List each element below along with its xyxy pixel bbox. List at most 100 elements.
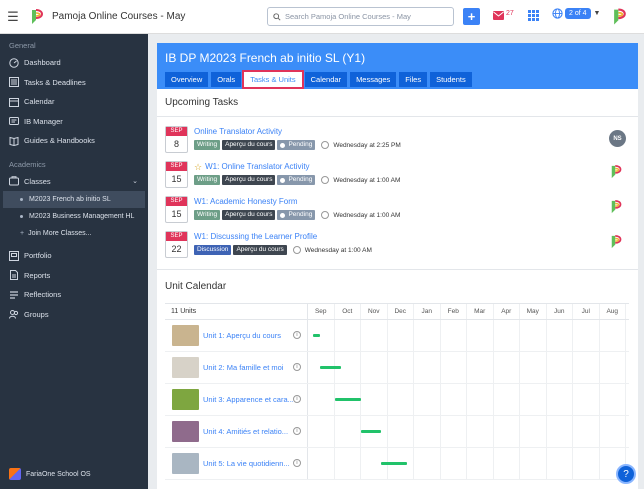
sidebar-class-business[interactable]: M2023 Business Management HL — [0, 208, 148, 225]
school-logo-icon[interactable] — [30, 8, 46, 26]
school-logo-icon[interactable] — [610, 234, 624, 250]
unit-thumbnail[interactable] — [172, 453, 199, 474]
top-bar: ☰ Pamoja Online Courses - May + 27 2 of … — [0, 0, 644, 34]
task-month: SEP — [166, 197, 187, 206]
role-switcher[interactable]: 2 of 4 ▼ — [552, 8, 600, 19]
unit-row[interactable]: Unit 5: La vie quotidienn... i — [165, 448, 629, 480]
unit-name-link[interactable]: Unit 2: Ma famille et moi — [203, 363, 293, 372]
month-cell — [467, 416, 494, 447]
unit-row[interactable]: Unit 4: Amitiés et relatio... i — [165, 416, 629, 448]
unit-duration-bar[interactable] — [319, 366, 342, 369]
sidebar-item-tasks[interactable]: Tasks & Deadlines — [0, 73, 148, 93]
book-icon — [9, 136, 19, 146]
sidebar-item-label: IB Manager — [24, 116, 63, 126]
sidebar-item-classes[interactable]: Classes ⌄ — [0, 172, 148, 192]
unit-cell: Unit 3: Apparence et cara... i — [165, 384, 308, 415]
clock-icon — [321, 211, 330, 219]
plus-icon: + — [467, 9, 476, 24]
task-day: 15 — [171, 174, 182, 184]
unit-name-link[interactable]: Unit 3: Apparence et cara... — [203, 395, 293, 404]
info-icon[interactable]: i — [293, 331, 301, 339]
tab-files[interactable]: Files — [399, 72, 428, 87]
month-label: Apr — [494, 304, 520, 319]
search-box[interactable] — [267, 7, 454, 26]
apps-grid-icon[interactable] — [528, 10, 539, 21]
sidebar-join-classes[interactable]: + Join More Classes... — [0, 225, 148, 242]
mail-count-badge: 27 — [506, 10, 514, 17]
month-cell — [441, 352, 467, 383]
user-avatar[interactable] — [612, 7, 629, 27]
month-cell — [573, 384, 600, 415]
sidebar-item-calendar[interactable]: Calendar — [0, 92, 148, 112]
unit-row[interactable]: Unit 1: Aperçu du cours i — [165, 320, 629, 352]
unit-thumbnail[interactable] — [172, 357, 199, 378]
task-row[interactable]: SEP 15 ☆ W1: Online Translator Activity W… — [157, 161, 638, 196]
status-dot-icon — [280, 142, 286, 148]
tab-overview[interactable]: Overview — [165, 72, 209, 87]
sidebar-item-guides[interactable]: Guides & Handbooks — [0, 131, 148, 151]
task-title-link[interactable]: W1: Academic Honesty Form — [194, 196, 400, 208]
task-unit-badge: Aperçu du cours — [222, 140, 276, 150]
help-button[interactable]: ? — [616, 464, 636, 484]
sidebar-item-ib-manager[interactable]: IB Manager — [0, 112, 148, 132]
unit-rows: Unit 1: Aperçu du cours i Unit 2: Ma famil… — [165, 320, 629, 480]
messages-button[interactable]: 27 — [493, 10, 514, 20]
unit-thumbnail[interactable] — [172, 325, 199, 346]
unit-duration-bar[interactable] — [313, 334, 320, 337]
search-icon — [273, 12, 281, 21]
task-row[interactable]: SEP 15 W1: Academic Honesty Form Writing… — [157, 196, 638, 231]
sidebar-class-label: M2023 Business Management HL — [29, 213, 135, 220]
task-row[interactable]: SEP 22 W1: Discussing the Learner Profil… — [157, 231, 638, 266]
month-cell — [361, 352, 388, 383]
task-due: Wednesday at 2:25 PM — [321, 141, 401, 149]
fariaone-footer[interactable]: FariaOne School OS — [9, 468, 91, 480]
unit-row[interactable]: Unit 2: Ma famille et moi i — [165, 352, 629, 384]
sidebar-class-french[interactable]: M2023 French ab initio SL — [3, 191, 145, 208]
month-cell — [494, 448, 520, 479]
task-title-link[interactable]: Online Translator Activity — [194, 126, 401, 138]
unit-duration-bar[interactable] — [361, 430, 381, 433]
month-cell — [414, 352, 441, 383]
unit-thumbnail[interactable] — [172, 389, 199, 410]
info-icon[interactable]: i — [293, 395, 301, 403]
month-cell — [414, 448, 441, 479]
school-logo-icon[interactable] — [610, 199, 624, 215]
school-logo-icon[interactable] — [610, 164, 624, 180]
task-title-link[interactable]: ☆ W1: Online Translator Activity — [194, 161, 400, 173]
unit-thumbnail[interactable] — [172, 421, 199, 442]
search-input[interactable] — [285, 12, 445, 21]
tab-calendar[interactable]: Calendar — [304, 72, 348, 87]
task-title-link[interactable]: W1: Discussing the Learner Profile — [194, 231, 372, 243]
assignee-avatar[interactable]: NS — [609, 130, 626, 147]
task-type-badge: Writing — [194, 175, 221, 185]
month-cell — [441, 384, 467, 415]
month-cell — [573, 320, 600, 351]
unit-duration-bar[interactable] — [334, 398, 361, 401]
tab-messages[interactable]: Messages — [350, 72, 397, 87]
info-icon[interactable]: i — [293, 459, 301, 467]
chevron-down-icon[interactable]: ⌄ — [132, 177, 138, 185]
task-row[interactable]: SEP 8 Online Translator Activity Writing… — [157, 126, 638, 161]
sidebar-item-reports[interactable]: Reports — [0, 266, 148, 286]
unit-cell: Unit 4: Amitiés et relatio... i — [165, 416, 308, 447]
tab-orals[interactable]: Orals — [211, 72, 242, 87]
sidebar-item-reflections[interactable]: Reflections — [0, 285, 148, 305]
month-cell — [547, 384, 573, 415]
month-cell — [494, 384, 520, 415]
unit-name-link[interactable]: Unit 4: Amitiés et relatio... — [203, 427, 293, 436]
unit-name-link[interactable]: Unit 1: Aperçu du cours — [203, 331, 293, 340]
sidebar-item-label: Calendar — [24, 97, 55, 107]
info-icon[interactable]: i — [293, 363, 301, 371]
sidebar-item-portfolio[interactable]: Portfolio — [0, 246, 148, 266]
add-button[interactable]: + — [463, 8, 480, 25]
menu-icon[interactable]: ☰ — [0, 9, 26, 25]
sidebar-item-groups[interactable]: Groups — [0, 305, 148, 325]
unit-row[interactable]: Unit 3: Apparence et cara... i — [165, 384, 629, 416]
unit-duration-bar[interactable] — [380, 462, 408, 465]
month-label: Dec — [388, 304, 414, 319]
sidebar-item-dashboard[interactable]: Dashboard — [0, 53, 148, 73]
tab-students[interactable]: Students — [430, 72, 472, 87]
info-icon[interactable]: i — [293, 427, 301, 435]
unit-name-link[interactable]: Unit 5: La vie quotidienn... — [203, 459, 293, 468]
tab-tasks-units[interactable]: Tasks & Units — [242, 70, 304, 89]
